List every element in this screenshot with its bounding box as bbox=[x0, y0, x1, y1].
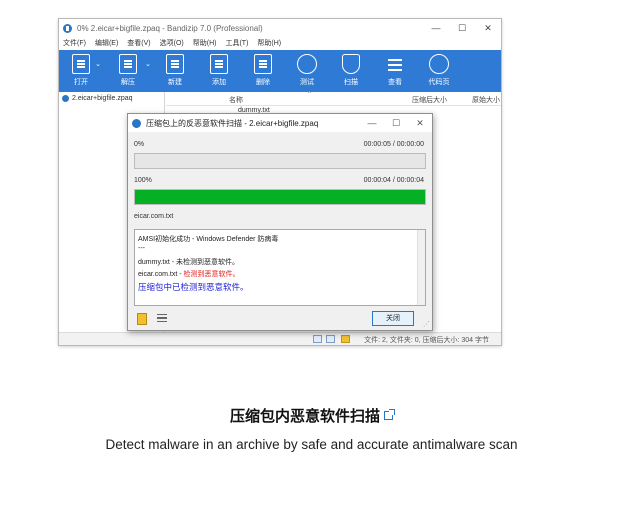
log-line-amsi: AMSI初始化成功 - Windows Defender 防病毒 bbox=[138, 236, 279, 243]
progress1-time: 00:00:05 / 00:00:00 bbox=[363, 141, 424, 148]
maximize-button[interactable]: ☐ bbox=[449, 19, 475, 37]
menu-view[interactable]: 查看(V) bbox=[127, 38, 150, 48]
chevron-down-icon[interactable]: ⌄ bbox=[95, 60, 101, 68]
current-file: eicar.com.txt bbox=[134, 213, 174, 220]
delete-file-icon bbox=[254, 54, 272, 74]
shield-icon bbox=[342, 54, 360, 74]
column-name[interactable]: 名称 bbox=[229, 95, 243, 105]
log-scrollbar[interactable] bbox=[417, 230, 425, 305]
dialog-close-x-button[interactable]: ✕ bbox=[408, 114, 432, 132]
column-original-size[interactable]: 原始大小 bbox=[472, 95, 500, 105]
list-view-button[interactable] bbox=[326, 335, 335, 343]
globe-icon bbox=[429, 54, 449, 74]
menu-file[interactable]: 文件(F) bbox=[63, 38, 86, 48]
test-button[interactable]: 测试 bbox=[285, 50, 329, 92]
extract-button[interactable]: 解压 ⌄ bbox=[103, 50, 153, 92]
title-bar: 0% 2.eicar+bigfile.zpaq - Bandizip 7.0 (… bbox=[59, 19, 501, 37]
dialog-title-bar: 压缩包上的反恶意软件扫描 - 2.eicar+bigfile.zpaq — ☐ … bbox=[128, 114, 432, 132]
archive-icon bbox=[62, 95, 69, 102]
codepage-button[interactable]: 代码页 bbox=[417, 50, 461, 92]
new-archive-icon bbox=[166, 54, 184, 74]
add-file-icon bbox=[210, 54, 228, 74]
view-button[interactable]: 查看 bbox=[373, 50, 417, 92]
close-window-button[interactable]: ✕ bbox=[475, 19, 501, 37]
details-view-button[interactable] bbox=[313, 335, 322, 343]
menu-edit[interactable]: 编辑(E) bbox=[95, 38, 118, 48]
tree-item-archive[interactable]: 2.eicar+bigfile.zpaq bbox=[62, 95, 164, 102]
delete-button[interactable]: 删除 bbox=[241, 50, 285, 92]
resize-grip-icon[interactable]: ⋰ bbox=[423, 320, 430, 328]
log-eicar-file: eicar.com.txt - bbox=[138, 271, 184, 278]
status-bar: 文件: 2, 文件夹: 0, 压缩后大小: 304 字节 bbox=[59, 332, 501, 345]
progress2-time: 00:00:04 / 00:00:04 bbox=[363, 177, 424, 184]
new-button[interactable]: 新建 bbox=[153, 50, 197, 92]
menu-view-2[interactable]: 帮助(H) bbox=[193, 38, 217, 48]
open-icon bbox=[72, 54, 90, 74]
menu-bar: 文件(F) 编辑(E) 查看(V) 选项(O) 帮助(H) 工具(T) 帮助(H… bbox=[59, 37, 501, 49]
scan-log[interactable]: AMSI初始化成功 - Windows Defender 防病毒 --- dum… bbox=[134, 229, 426, 306]
progress2-bar bbox=[134, 189, 426, 205]
progress1-bar bbox=[134, 153, 426, 169]
chevron-down-icon[interactable]: ⌄ bbox=[145, 60, 151, 68]
feature-title: 压缩包内恶意软件扫描 bbox=[0, 405, 623, 426]
bandizip-book-icon[interactable] bbox=[137, 313, 147, 325]
menu-help[interactable]: 帮助(H) bbox=[257, 38, 281, 48]
minimize-button[interactable]: — bbox=[423, 19, 449, 37]
toolbar: 打开 ⌄ 解压 ⌄ 新建 添加 删除 测试 扫描 查看 代码页 bbox=[59, 50, 501, 92]
menu-options[interactable]: 选项(O) bbox=[160, 38, 184, 48]
menu-tools[interactable]: 工具(T) bbox=[225, 38, 248, 48]
menu-lines-icon[interactable] bbox=[157, 314, 167, 322]
dialog-maximize-button[interactable]: ☐ bbox=[384, 114, 408, 132]
dialog-controls: — ☐ ✕ bbox=[360, 114, 432, 132]
external-link-icon[interactable] bbox=[384, 409, 395, 420]
progress2-fill bbox=[135, 190, 425, 204]
progress2-label: 100% bbox=[134, 177, 152, 184]
column-packed-size[interactable]: 压缩后大小 bbox=[412, 95, 447, 105]
dialog-minimize-button[interactable]: — bbox=[360, 114, 384, 132]
add-button[interactable]: 添加 bbox=[197, 50, 241, 92]
window-controls: — ☐ ✕ bbox=[423, 19, 501, 37]
progress1-label: 0% bbox=[134, 141, 145, 148]
close-button[interactable]: 关闭 bbox=[372, 311, 414, 326]
feature-description: Detect malware in an archive by safe and… bbox=[105, 437, 518, 452]
log-line-separator: --- bbox=[138, 245, 145, 252]
log-eicar-alert: 检测到恶意软件。 bbox=[183, 271, 240, 278]
file-list-header: 名称 ⌃ 压缩后大小 原始大小 类型 bbox=[166, 90, 501, 106]
scan-dialog: 压缩包上的反恶意软件扫描 - 2.eicar+bigfile.zpaq — ☐ … bbox=[127, 113, 433, 331]
log-line-result: 压缩包中已检测到恶意软件。 bbox=[138, 282, 249, 292]
dialog-footer: 关闭 ⋰ bbox=[128, 308, 432, 330]
test-icon bbox=[297, 54, 317, 74]
extract-icon bbox=[119, 54, 137, 74]
status-text: 文件: 2, 文件夹: 0, 压缩后大小: 304 字节 bbox=[364, 337, 489, 344]
list-view-icon bbox=[386, 54, 404, 74]
bandizip-logo-icon bbox=[132, 118, 141, 128]
log-line-dummy: dummy.txt - 未检测到恶意软件。 bbox=[138, 259, 239, 266]
open-button[interactable]: 打开 ⌄ bbox=[59, 50, 103, 92]
sort-arrow-icon: ⌃ bbox=[306, 90, 313, 99]
log-line-eicar: eicar.com.txt - 检测到恶意软件。 bbox=[138, 269, 240, 279]
window-title: 0% 2.eicar+bigfile.zpaq - Bandizip 7.0 (… bbox=[77, 23, 263, 33]
scan-button[interactable]: 扫描 bbox=[329, 50, 373, 92]
bandizip-logo-icon bbox=[63, 23, 72, 33]
bandizip-status-icon[interactable] bbox=[341, 335, 350, 343]
dialog-title: 压缩包上的反恶意软件扫描 - 2.eicar+bigfile.zpaq bbox=[146, 118, 319, 128]
